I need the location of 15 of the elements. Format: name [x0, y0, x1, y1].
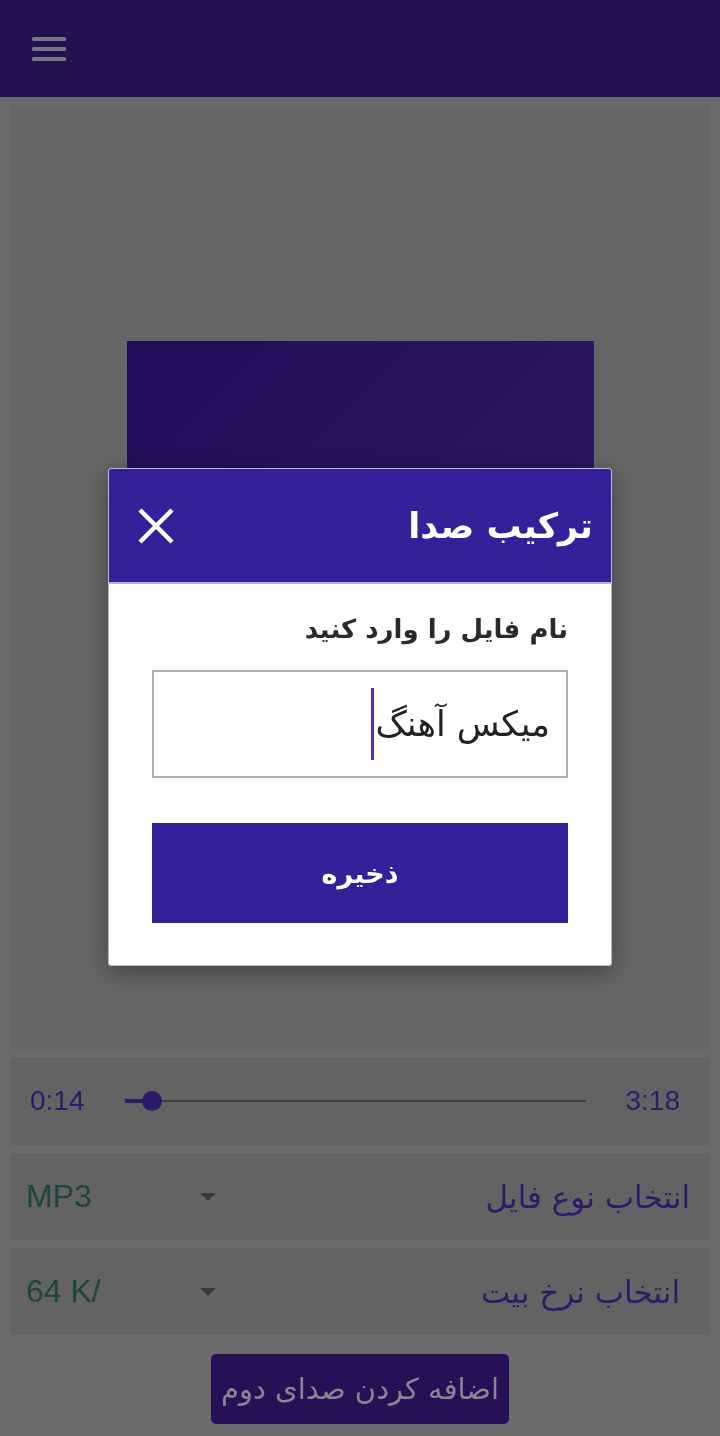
setting-label: انتخاب نوع فایل	[485, 1178, 690, 1215]
total-time: 3:18	[625, 1085, 680, 1117]
save-button[interactable]: ذخیره	[152, 823, 568, 923]
slider-thumb[interactable]	[142, 1091, 163, 1111]
add-audio-button[interactable]: اضافه کردن صدای دوم	[210, 1354, 510, 1424]
caret-icon	[200, 1287, 216, 1296]
close-icon[interactable]	[137, 506, 175, 545]
menu-icon[interactable]	[32, 36, 66, 61]
setting-label: انتخاب نرخ بیت	[480, 1273, 680, 1310]
input-field[interactable]: میکس آهنگ	[152, 670, 568, 778]
caret-icon	[200, 1192, 216, 1201]
field-label: نام فایل را وارد کنید	[303, 614, 568, 644]
text-cursor	[370, 688, 374, 760]
elapsed-time: 0:14	[30, 1085, 85, 1117]
dialog-title: ترکیب صدا	[408, 505, 593, 546]
